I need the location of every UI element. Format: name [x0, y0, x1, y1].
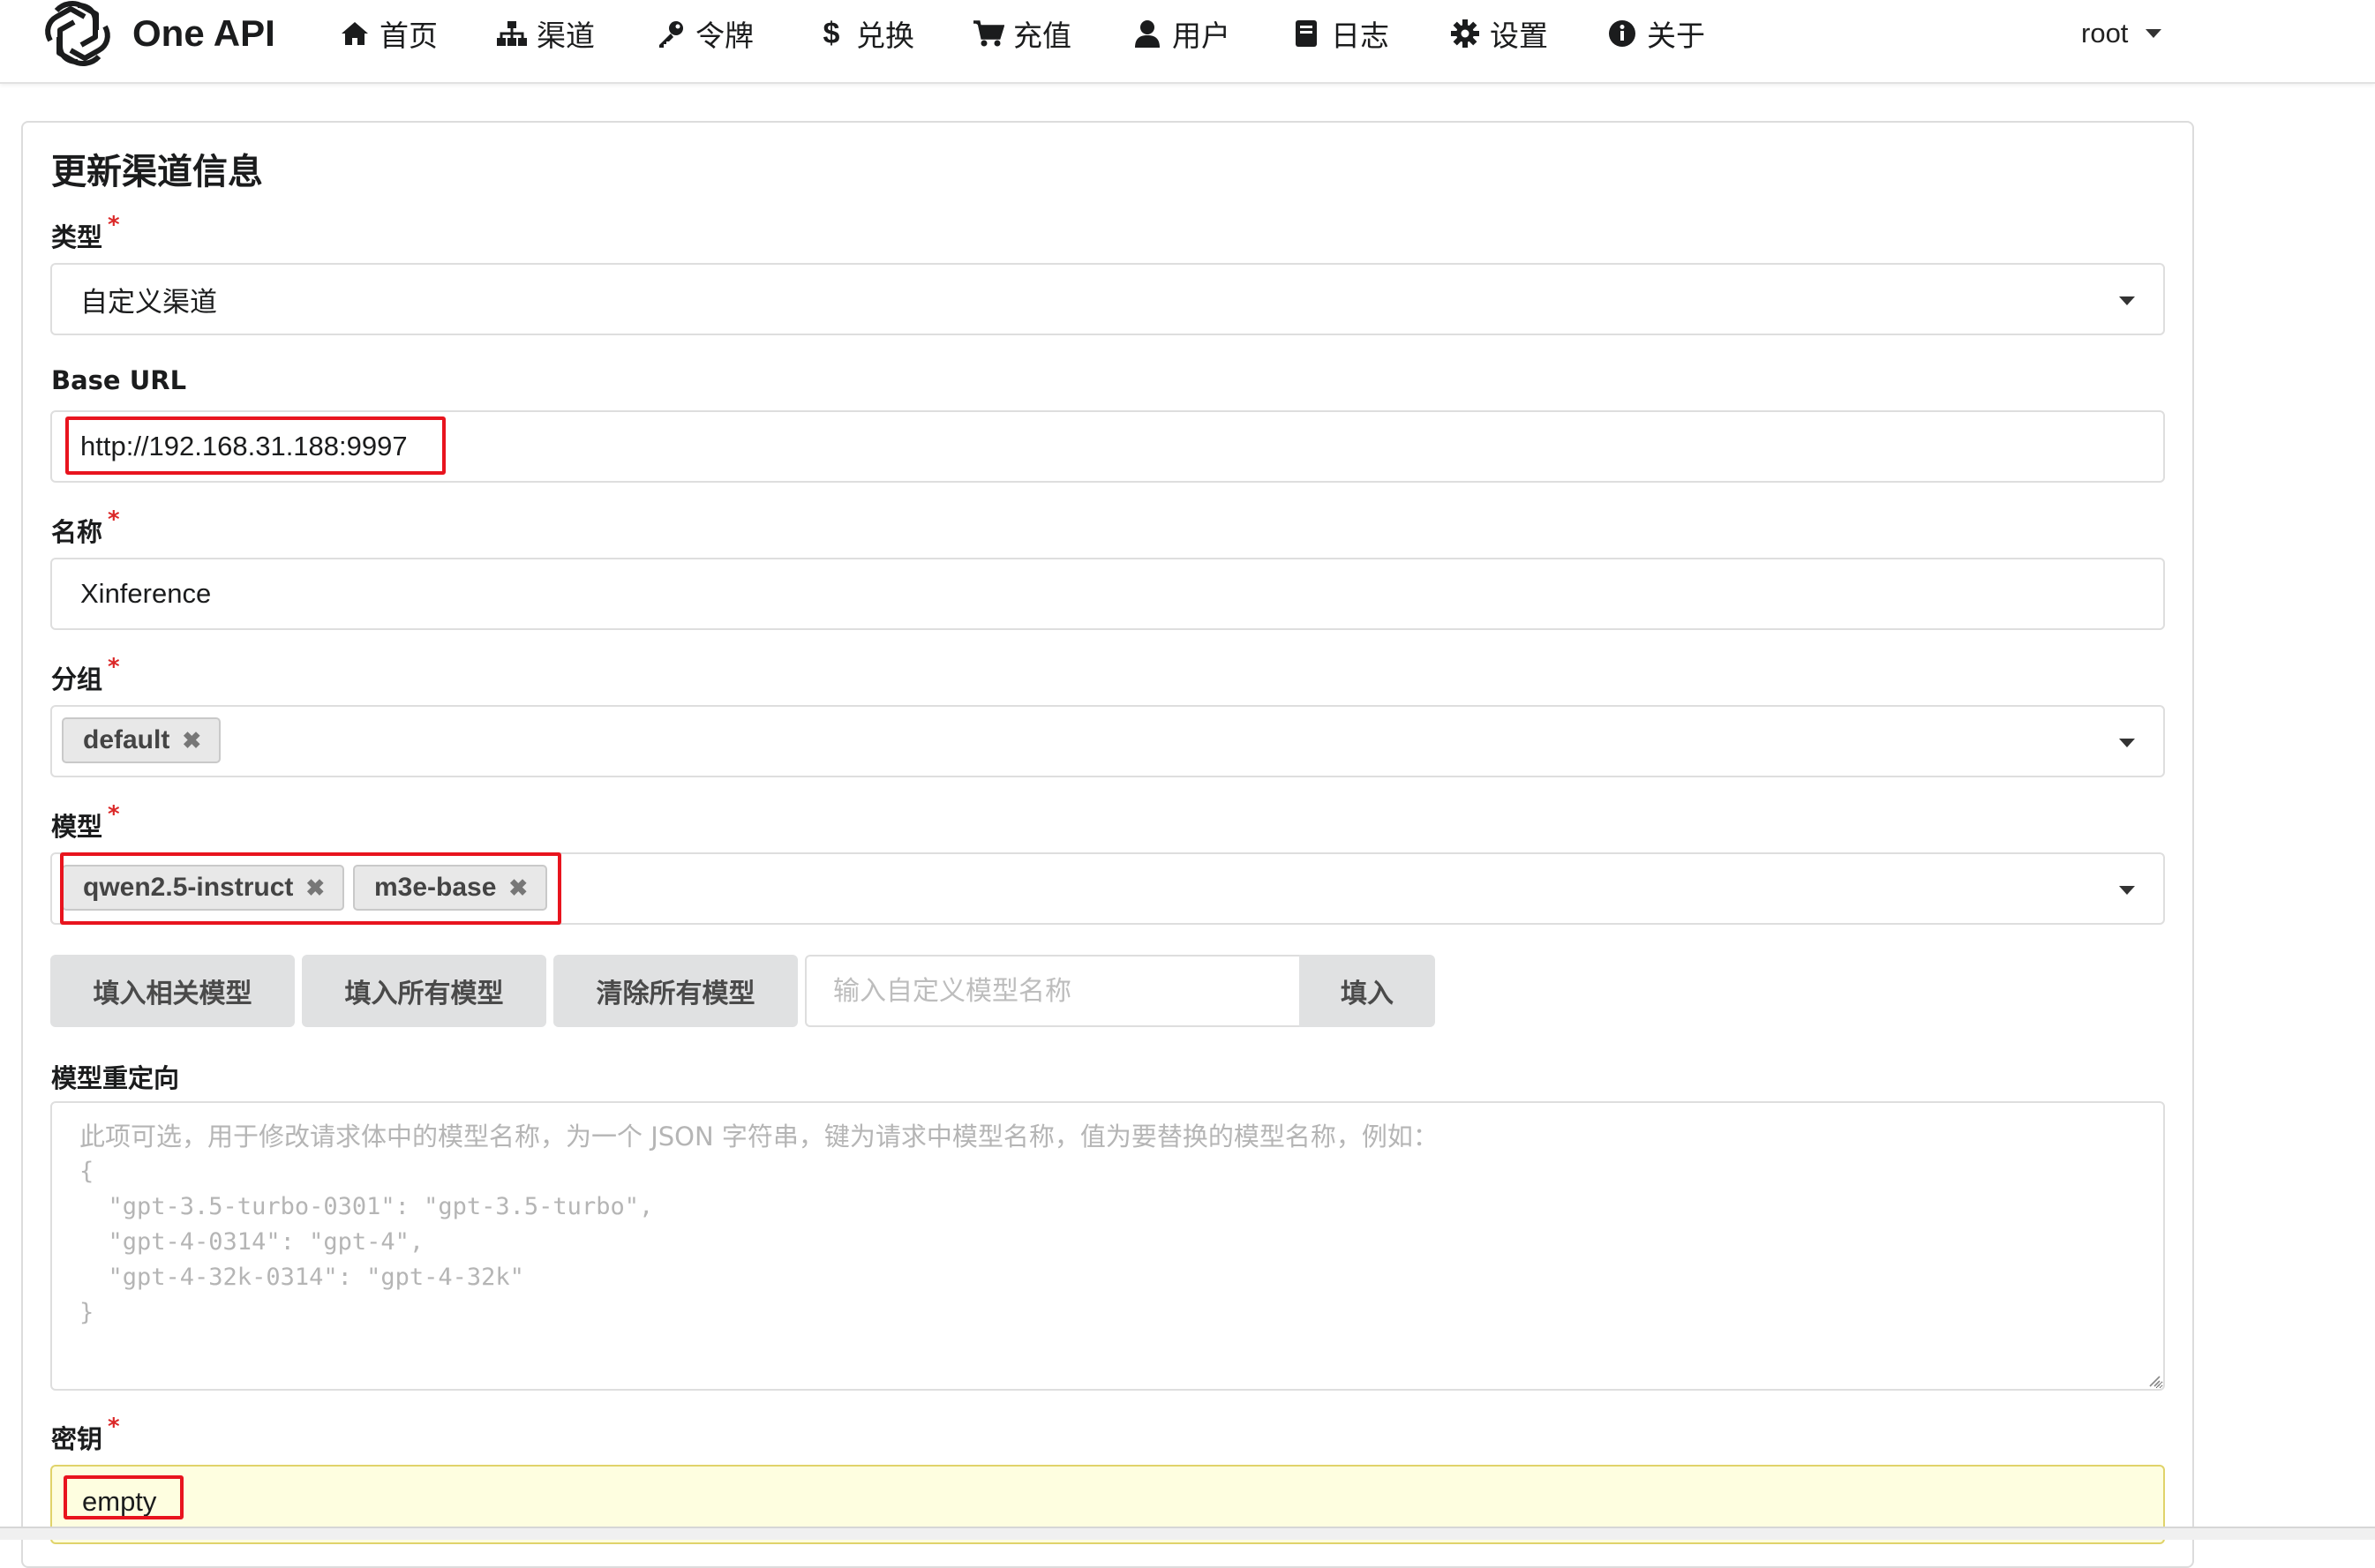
- user-icon: [1131, 18, 1163, 49]
- fill-related-models-button[interactable]: 填入相关模型: [50, 955, 295, 1027]
- close-icon[interactable]: ✖: [305, 874, 325, 902]
- nav-item-redeem[interactable]: $ 兑换: [815, 9, 914, 58]
- nav-item-label: 设置: [1490, 19, 1548, 53]
- group-chip: default ✖: [62, 717, 222, 763]
- page-title: 更新渠道信息: [51, 152, 263, 192]
- nav-item-home[interactable]: 首页: [339, 9, 438, 58]
- nav-item-users[interactable]: 用户: [1131, 9, 1230, 58]
- nav-item-logs[interactable]: 日志: [1290, 9, 1389, 58]
- model-chip: qwen2.5-instruct ✖: [62, 865, 345, 911]
- type-select-value: 自定义渠道: [80, 286, 217, 319]
- name-value: Xinference: [80, 578, 212, 609]
- book-icon: [1290, 18, 1322, 49]
- sitemap-icon: [496, 18, 528, 49]
- fill-custom-model-button[interactable]: 填入: [1299, 955, 1435, 1027]
- close-icon[interactable]: ✖: [182, 727, 201, 754]
- type-select[interactable]: 自定义渠道: [50, 263, 2165, 335]
- model-mapping-label: 模型重定向: [51, 1063, 180, 1093]
- gear-icon: [1449, 18, 1481, 49]
- info-icon: [1606, 18, 1638, 49]
- nav-item-label: 日志: [1331, 19, 1389, 53]
- nav-item-label: 充值: [1013, 19, 1071, 53]
- chevron-down-icon: [2119, 886, 2135, 895]
- key-label: 密钥 *: [51, 1414, 120, 1454]
- group-select[interactable]: [50, 705, 2165, 777]
- nav-item-channels[interactable]: 渠道: [496, 9, 595, 58]
- key-icon: [655, 18, 687, 49]
- close-icon[interactable]: ✖: [508, 874, 528, 902]
- nav-item-topup[interactable]: 充值: [973, 9, 1071, 58]
- chevron-down-icon: [2119, 739, 2135, 747]
- name-label: 名称 *: [51, 506, 120, 547]
- username: root: [2081, 18, 2129, 49]
- key-value: empty: [82, 1486, 157, 1517]
- chevron-down-icon: [2119, 296, 2135, 305]
- required-marker: *: [108, 654, 120, 680]
- name-input[interactable]: Xinference: [50, 558, 2165, 630]
- model-chip: m3e-base ✖: [353, 865, 548, 911]
- cart-icon: [973, 18, 1004, 49]
- chevron-down-icon: [2146, 29, 2162, 38]
- bottom-edge-bar: [0, 1527, 2375, 1540]
- user-dropdown[interactable]: root: [2081, 9, 2162, 58]
- clear-all-models-button[interactable]: 清除所有模型: [553, 955, 798, 1027]
- required-marker: *: [108, 801, 120, 828]
- chip-label: m3e-base: [374, 873, 497, 902]
- brand-name[interactable]: One API: [132, 9, 275, 58]
- required-marker: *: [108, 1414, 120, 1440]
- chip-label: qwen2.5-instruct: [83, 873, 294, 902]
- required-marker: *: [108, 212, 120, 238]
- nav-item-about[interactable]: 关于: [1606, 9, 1705, 58]
- base-url-value: http://192.168.31.188:9997: [80, 431, 408, 461]
- fill-all-models-button[interactable]: 填入所有模型: [302, 955, 546, 1027]
- nav-item-label: 兑换: [856, 19, 914, 53]
- nav-item-settings[interactable]: 设置: [1449, 9, 1548, 58]
- model-mapping-textarea[interactable]: [50, 1101, 2165, 1391]
- home-icon: [339, 18, 371, 49]
- nav-item-label: 首页: [380, 19, 438, 53]
- nav-item-label: 关于: [1647, 19, 1705, 53]
- required-marker: *: [108, 506, 120, 533]
- nav-item-label: 用户: [1172, 19, 1230, 53]
- type-label: 类型 *: [51, 212, 120, 252]
- nav-item-label: 渠道: [537, 19, 595, 53]
- base-url-input[interactable]: http://192.168.31.188:9997: [50, 410, 2165, 483]
- top-nav-bar: One API 首页 渠道 令牌 $ 兑换 充值 用户 日志 设置 关于 roo…: [0, 0, 2375, 84]
- group-label: 分组 *: [51, 654, 120, 694]
- base-url-label: Base URL: [51, 365, 187, 395]
- custom-model-input[interactable]: [805, 955, 1301, 1027]
- openai-logo-icon: [45, 1, 110, 66]
- dollar-icon: $: [823, 16, 840, 50]
- resize-grip-icon[interactable]: [2146, 1373, 2161, 1387]
- nav-item-label: 令牌: [695, 19, 754, 53]
- chip-label: default: [83, 725, 170, 754]
- models-label: 模型 *: [51, 801, 120, 842]
- nav-item-tokens[interactable]: 令牌: [655, 9, 754, 58]
